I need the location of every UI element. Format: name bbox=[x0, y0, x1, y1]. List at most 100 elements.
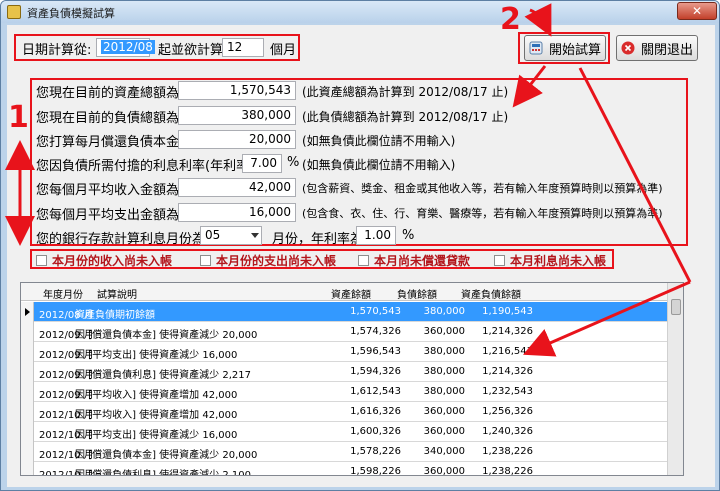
cell-net: 1,238,226 bbox=[482, 446, 533, 457]
cell-net: 1,256,326 bbox=[482, 406, 533, 417]
vertical-scrollbar[interactable] bbox=[667, 283, 683, 475]
table-row[interactable]: 2012/09 月因 [平均收入] 使得資產增加 42,000 1,612,543… bbox=[21, 382, 683, 402]
start-calc-button[interactable]: 開始試算 bbox=[524, 35, 606, 61]
monthly-income-label: 您每個月平均收入金額為: bbox=[36, 183, 184, 198]
scrollbar-thumb[interactable] bbox=[671, 299, 681, 315]
cell-description: 因 [平均收入] 使得資產增加 42,000 bbox=[75, 390, 238, 401]
interest-rate-note: (如無負債此欄位請不用輸入) bbox=[302, 158, 456, 172]
liabilities-label: 您現在目前的負債總額為: bbox=[36, 111, 184, 126]
expense-not-posted-label: 本月份的支出尚未入帳 bbox=[216, 254, 337, 268]
interest-rate-label: 您因負債所需付擔的利息利率(年利率): bbox=[36, 159, 259, 174]
months-input[interactable]: 12 bbox=[222, 38, 264, 57]
row-header[interactable] bbox=[21, 302, 34, 322]
table-row[interactable]: 2012/10 月因 [平均支出] 使得資產減少 16,000 1,600,326… bbox=[21, 422, 683, 442]
monthly-income-note: (包含薪資、獎金、租金或其他收入等，若有輸入年度預算時則以預算為準) bbox=[302, 182, 663, 195]
repay-principal-note: (如無負債此欄位請不用輸入) bbox=[302, 134, 456, 148]
row-header[interactable] bbox=[21, 402, 34, 422]
expense-not-posted-checkbox[interactable]: 本月份的支出尚未入帳 bbox=[200, 252, 336, 269]
chevron-down-icon bbox=[251, 233, 259, 238]
bank-interest-month-value: 05 bbox=[205, 228, 221, 242]
row-header[interactable] bbox=[21, 362, 34, 382]
current-row-icon bbox=[25, 308, 30, 316]
repay-principal-label: 您打算每月償還負債本金: bbox=[36, 135, 184, 150]
monthly-expense-note: (包含食、衣、住、行、育樂、醫療等，若有輸入年度預算時則以預算為準) bbox=[302, 207, 663, 220]
cell-net: 1,214,326 bbox=[482, 366, 533, 377]
income-not-posted-label: 本月份的收入尚未入帳 bbox=[52, 254, 173, 268]
loan-not-repaid-checkbox[interactable]: 本月尚未償還貸款 bbox=[358, 252, 470, 269]
close-exit-label: 關閉退出 bbox=[640, 42, 693, 58]
row-header[interactable] bbox=[21, 442, 34, 462]
table-row[interactable]: 2012/10 月因 [償還負債利息] 使得資產減少 2,100 1,598,22… bbox=[21, 462, 683, 476]
table-header: 年度月份 試算說明 資產餘額 負債餘額 資產負債餘額 bbox=[21, 283, 683, 301]
row-header[interactable] bbox=[21, 382, 34, 402]
annotation-step2: 2 bbox=[500, 2, 521, 37]
table-row[interactable]: 2012/09 月因 [平均支出] 使得資產減少 16,000 1,596,543… bbox=[21, 342, 683, 362]
date-from-input[interactable]: 2012/08 bbox=[96, 38, 155, 57]
calculator-icon bbox=[529, 41, 543, 55]
cell-description: 因 [償還負債本金] 使得資產減少 20,000 bbox=[75, 330, 258, 341]
results-table[interactable]: 年度月份 試算說明 資產餘額 負債餘額 資產負債餘額 2012/08 月資產負債… bbox=[20, 282, 684, 476]
bank-interest-month-select[interactable]: 05 bbox=[200, 226, 262, 245]
months-label: 起並欲計算 bbox=[158, 43, 224, 58]
date-from-value: 2012/08 bbox=[101, 40, 155, 54]
bank-interest-rate-label: 月份，年利率為 bbox=[272, 232, 364, 247]
cell-description: 因 [平均收入] 使得資產增加 42,000 bbox=[75, 410, 238, 421]
cell-net: 1,216,543 bbox=[482, 346, 533, 357]
cell-description: 因 [償還負債本金] 使得資產減少 20,000 bbox=[75, 450, 258, 461]
row-header[interactable] bbox=[21, 322, 34, 342]
column-header-month[interactable]: 年度月份 bbox=[43, 286, 83, 301]
column-header-assets[interactable]: 資產餘額 bbox=[331, 286, 371, 301]
months-unit: 個月 bbox=[270, 43, 297, 58]
repay-principal-input[interactable]: 20,000 bbox=[178, 130, 296, 149]
checkbox-box bbox=[36, 255, 47, 266]
row-header[interactable] bbox=[21, 462, 34, 475]
interest-not-posted-label: 本月利息尚未入帳 bbox=[510, 254, 607, 268]
cell-net: 1,232,543 bbox=[482, 386, 533, 397]
cell-description: 資產負債期初餘額 bbox=[75, 310, 155, 321]
close-circle-icon bbox=[621, 41, 635, 55]
liabilities-note: (此負債總額為計算到 2012/08/17 止) bbox=[302, 110, 509, 124]
interest-rate-input[interactable]: 7.00 bbox=[242, 154, 282, 173]
checkbox-box bbox=[358, 255, 369, 266]
cell-description: 因 [償還負債利息] 使得資產減少 2,217 bbox=[75, 370, 251, 381]
income-not-posted-checkbox[interactable]: 本月份的收入尚未入帳 bbox=[36, 252, 172, 269]
assets-input[interactable]: 1,570,543 bbox=[178, 81, 296, 100]
table-row[interactable]: 2012/08 月資產負債期初餘額 1,570,543 380,000 1,190,5… bbox=[21, 302, 683, 322]
row-header[interactable] bbox=[21, 342, 34, 362]
title-bar: 資產負債模擬試算 ✕ bbox=[1, 1, 719, 23]
interest-rate-unit: % bbox=[287, 155, 300, 170]
cell-net: 1,240,326 bbox=[482, 426, 533, 437]
column-header-net[interactable]: 資產負債餘額 bbox=[461, 286, 521, 301]
app-icon bbox=[7, 5, 21, 19]
window-close-button[interactable]: ✕ bbox=[677, 2, 717, 20]
close-exit-button[interactable]: 關閉退出 bbox=[616, 35, 698, 61]
bank-interest-rate-unit: % bbox=[402, 228, 415, 243]
row-header[interactable] bbox=[21, 422, 34, 442]
date-from-label: 日期計算從: bbox=[22, 43, 92, 58]
window-title: 資產負債模擬試算 bbox=[27, 7, 115, 20]
bank-interest-rate-input[interactable]: 1.00 bbox=[356, 226, 396, 245]
start-calc-label: 開始試算 bbox=[548, 42, 601, 58]
cell-net: 1,190,543 bbox=[482, 306, 533, 317]
annotation-step1: 1 bbox=[8, 100, 29, 135]
column-header-description[interactable]: 試算說明 bbox=[97, 286, 137, 301]
assets-note: (此資產總額為計算到 2012/08/17 止) bbox=[302, 85, 509, 99]
monthly-expense-label: 您每個月平均支出金額為: bbox=[36, 208, 184, 223]
cell-description: 因 [平均支出] 使得資產減少 16,000 bbox=[75, 430, 238, 441]
checkbox-box bbox=[200, 255, 211, 266]
table-row[interactable]: 2012/09 月因 [償還負債本金] 使得資產減少 20,000 1,574,3… bbox=[21, 322, 683, 342]
table-row[interactable]: 2012/10 月因 [償還負債本金] 使得資產減少 20,000 1,578,2… bbox=[21, 442, 683, 462]
table-row[interactable]: 2012/09 月因 [償還負債利息] 使得資產減少 2,217 1,594,32… bbox=[21, 362, 683, 382]
cell-net: 1,238,226 bbox=[482, 466, 533, 476]
assets-label: 您現在目前的資產總額為: bbox=[36, 86, 184, 101]
liabilities-input[interactable]: 380,000 bbox=[178, 106, 296, 125]
cell-net: 1,214,326 bbox=[482, 326, 533, 337]
table-row[interactable]: 2012/10 月因 [平均收入] 使得資產增加 42,000 1,616,326… bbox=[21, 402, 683, 422]
bank-interest-month-label: 您的銀行存款計算利息月份為: bbox=[36, 232, 210, 247]
monthly-expense-input[interactable]: 16,000 bbox=[178, 203, 296, 222]
interest-not-posted-checkbox[interactable]: 本月利息尚未入帳 bbox=[494, 252, 606, 269]
column-header-liabilities[interactable]: 負債餘額 bbox=[397, 286, 437, 301]
cell-description: 因 [償還負債利息] 使得資產減少 2,100 bbox=[75, 470, 251, 476]
monthly-income-input[interactable]: 42,000 bbox=[178, 178, 296, 197]
cell-description: 因 [平均支出] 使得資產減少 16,000 bbox=[75, 350, 238, 361]
